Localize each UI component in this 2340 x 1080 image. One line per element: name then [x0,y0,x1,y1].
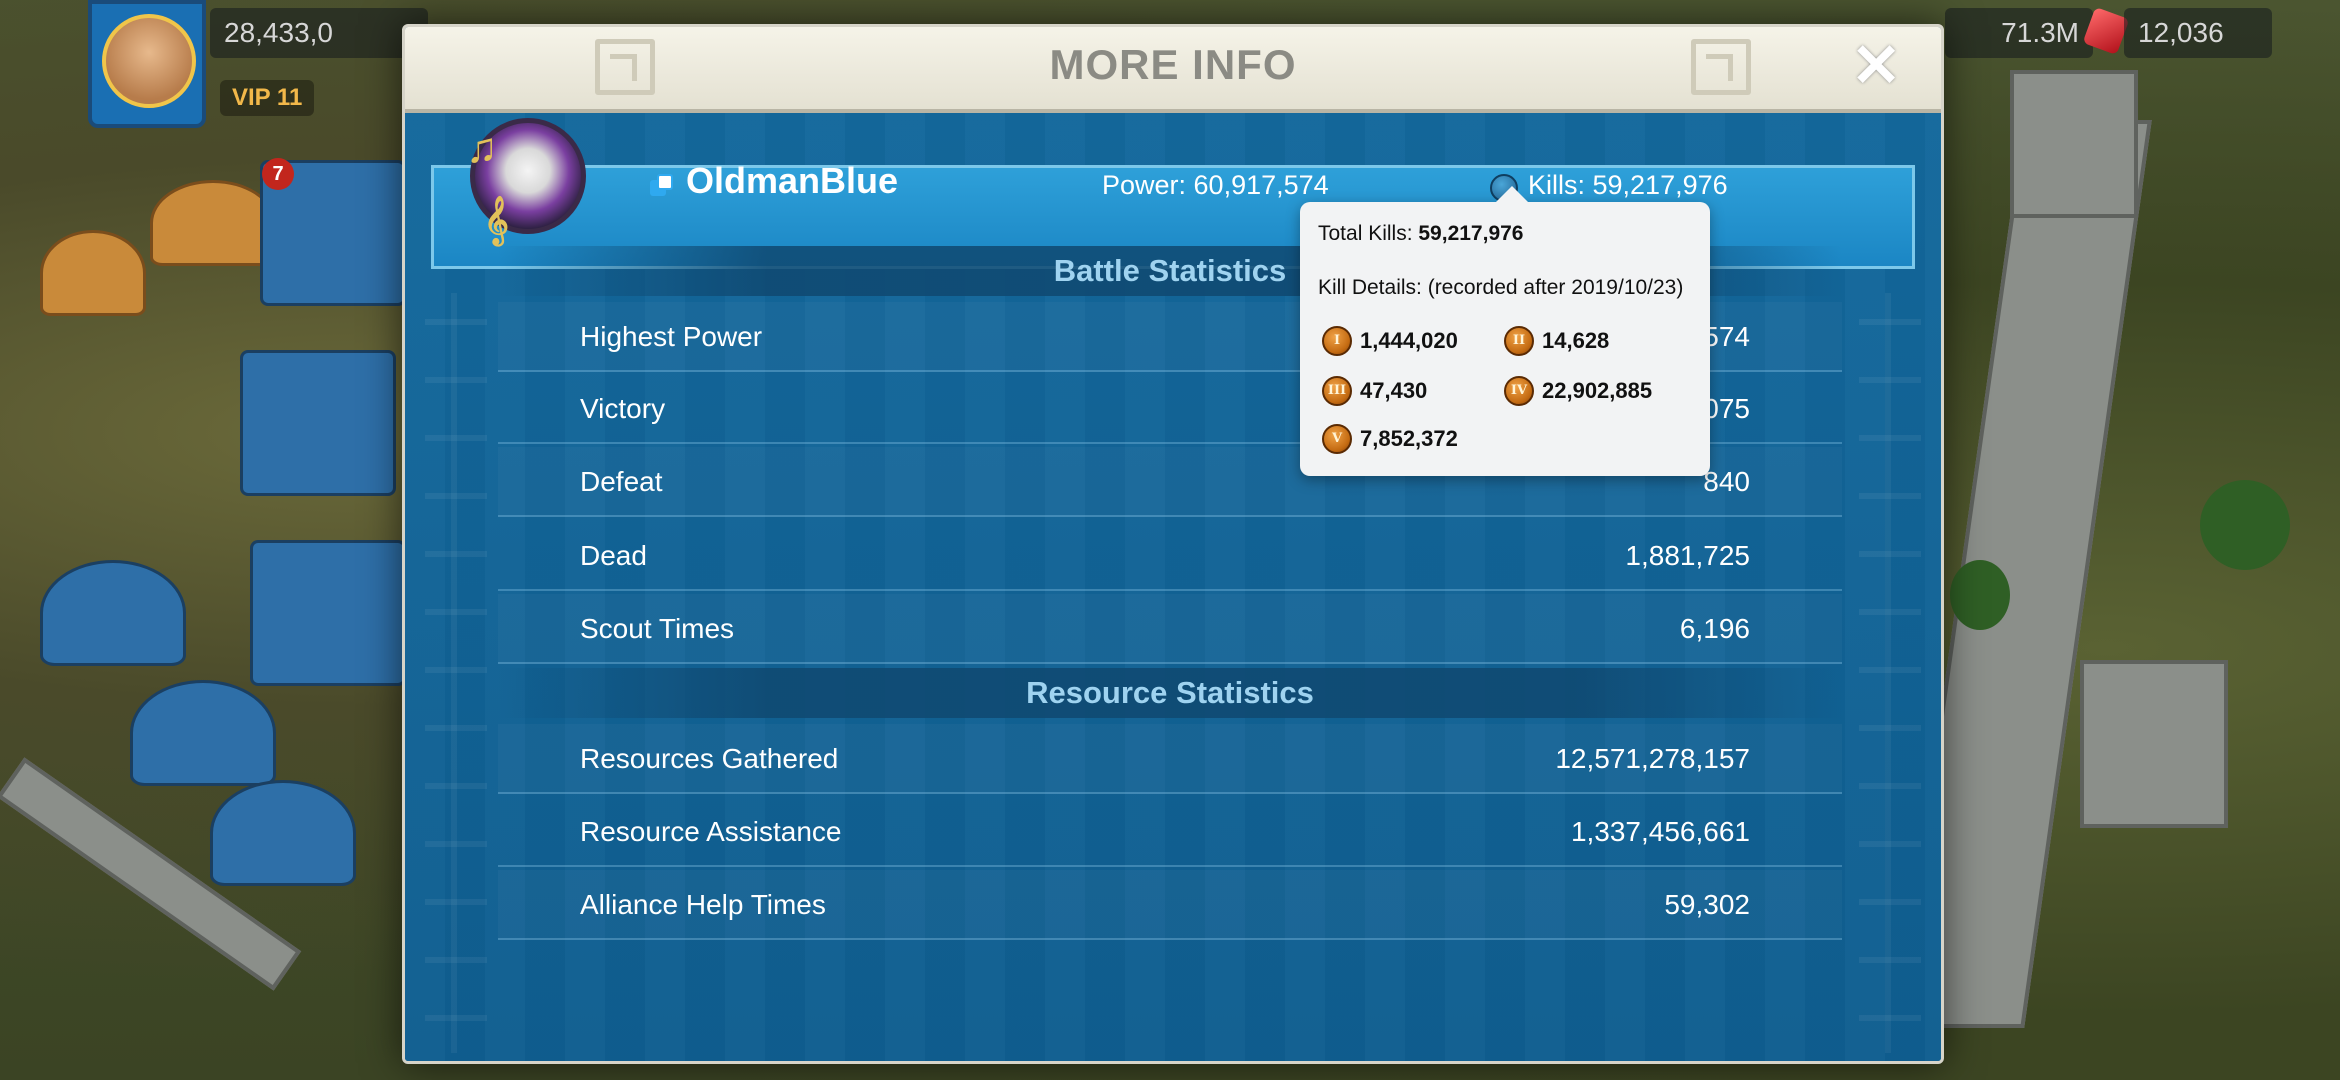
building [250,540,406,686]
stat-label: Resources Gathered [580,743,839,774]
gem-counter-value: 12,036 [2138,17,2224,48]
building [150,180,276,266]
player-avatar-hud[interactable] [88,0,206,128]
tier-kills-value: 14,628 [1542,328,1610,353]
stat-value: 59,302 [1664,889,1750,920]
notification-badge: 7 [262,158,294,190]
stat-value: 12,571,278,157 [1555,743,1750,774]
building [240,350,396,496]
building [130,680,276,786]
stat-label: Resource Assistance [580,816,842,847]
vip-badge[interactable]: VIP 11 [220,80,315,116]
treble-clef-icon: 𝄞 [484,196,509,243]
stat-label: Highest Power [580,321,763,352]
close-button[interactable]: ✕ [1851,36,1901,96]
tier-kills-value: 22,902,885 [1542,378,1653,403]
tier-kills-row: II 14,628 [1504,324,1609,358]
dialog-header: MORE INFO ✕ [405,27,1941,113]
resource-counter-value: 28,433,0 [224,17,333,48]
stat-label: Dead [580,540,647,571]
tree [2200,480,2290,570]
tier-kills-row: I 1,444,020 [1322,324,1458,358]
building [40,230,146,316]
tier-kills-value: 1,444,020 [1360,328,1458,353]
player-name: OldmanBlue [686,160,899,201]
copy-icon-front [657,174,673,190]
total-kills: Total Kills: 59,217,976 [1318,222,1523,246]
tier-2-medal-icon: II [1504,326,1534,356]
player-power: Power: 60,917,574 [1102,170,1329,200]
tree [1950,560,2010,630]
meander-border-right [1859,293,1921,1053]
resource-counter-right: 71.3M [1945,8,2093,58]
tier-kills-row: III 47,430 [1322,374,1427,408]
tier-5-medal-icon: V [1322,424,1352,454]
building [40,560,186,666]
dialog-title: MORE INFO [1049,41,1297,88]
tier-1-medal-icon: I [1322,326,1352,356]
gem-counter[interactable]: 12,036 [2124,8,2272,58]
kills-tooltip: Total Kills: 59,217,976 Kill Details: (r… [1300,186,1710,476]
stat-row-resource-assistance: Resource Assistance 1,337,456,661 [498,797,1842,867]
avatar [102,14,196,108]
castle-tower [2080,660,2228,828]
resource-counter-right-value: 71.3M [2001,17,2079,48]
total-kills-value: 59,217,976 [1418,222,1524,245]
tier-kills-row: IV 22,902,885 [1504,374,1652,408]
castle-tower [2010,70,2138,218]
tier-kills-row: V 7,852,372 [1322,422,1458,456]
building [210,780,356,886]
stat-row-scout-times: Scout Times 6,196 [498,594,1842,664]
total-kills-label: Total Kills: [1318,222,1419,245]
stat-row-resources-gathered: Resources Gathered 12,571,278,157 [498,724,1842,794]
music-note-icon: ♫ [466,124,498,171]
stat-row-dead: Dead 1,881,725 [498,521,1842,591]
tier-kills-value: 47,430 [1360,378,1428,403]
tier-4-medal-icon: IV [1504,376,1534,406]
resource-counter: 28,433,0 [210,8,428,58]
resource-statistics-header: Resource Statistics [498,668,1842,718]
tier-3-medal-icon: III [1322,376,1352,406]
stat-value: 1,881,725 [1625,540,1750,571]
stat-value: 840 [1703,466,1750,497]
player-kills[interactable]: Kills: 59,217,976 [1528,170,1728,201]
player-avatar[interactable]: ♫ 𝄞 [466,118,588,254]
stat-label: Scout Times [580,613,735,644]
tier-kills-value: 7,852,372 [1360,426,1458,451]
meander-border-left [425,293,487,1053]
stat-row-alliance-help-times: Alliance Help Times 59,302 [498,870,1842,940]
stat-label: Victory [580,393,666,424]
stat-label: Alliance Help Times [580,889,826,920]
kill-details-caption: Kill Details: (recorded after 2019/10/23… [1318,276,1684,299]
stat-value: 1,337,456,661 [1570,816,1750,847]
stat-value: 6,196 [1679,613,1750,644]
copy-icon[interactable] [650,174,674,198]
stat-label: Defeat [580,466,663,497]
